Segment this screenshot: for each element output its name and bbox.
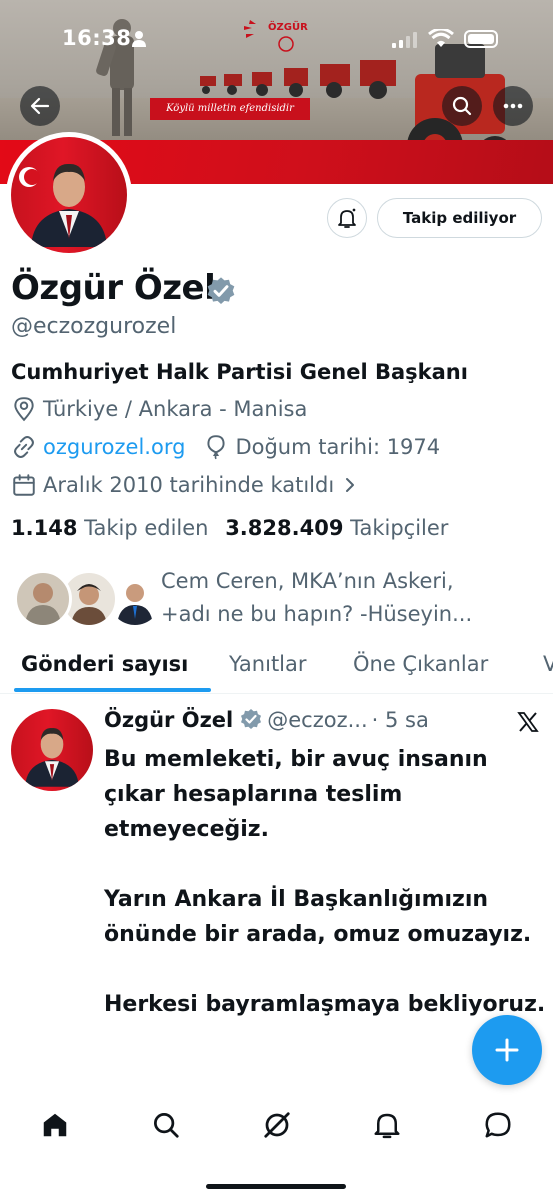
profile-location: Türkiye / Ankara - Manisa xyxy=(43,397,308,421)
home-indicator xyxy=(206,1184,346,1189)
followed-by-line2: +adı ne bu hapın? -Hüseyin... xyxy=(161,602,473,626)
grok-icon[interactable] xyxy=(262,1110,292,1140)
back-arrow-icon xyxy=(30,97,50,115)
more-icon xyxy=(503,103,523,109)
messages-icon[interactable] xyxy=(483,1110,513,1140)
verified-icon[interactable] xyxy=(205,276,237,308)
website-birthday-row: ozgurozel.org Doğum tarihi: 1974 xyxy=(11,434,440,460)
tab-posts[interactable]: Gönderi sayısı xyxy=(21,652,188,676)
follower-avatar xyxy=(14,570,72,628)
post-time: · 5 sa xyxy=(371,708,429,732)
explore-icon[interactable] xyxy=(151,1110,181,1140)
followed-by-text[interactable]: Cem Ceren, MKA’nın Askeri, +adı ne bu ha… xyxy=(161,565,521,631)
post-header: Özgür Özel @eczoz... · 5 sa xyxy=(104,708,429,732)
status-bar: 16:38 xyxy=(0,26,553,56)
followed-by-avatars[interactable] xyxy=(14,570,164,628)
profile-name: Özgür Özel xyxy=(11,268,216,308)
profile-handle: @eczozgurozel xyxy=(11,314,177,339)
banner-slogan: Köylü milletin efendisidir xyxy=(150,98,310,120)
chevron-right-icon xyxy=(346,478,355,492)
location-icon xyxy=(14,397,34,422)
back-button[interactable] xyxy=(20,86,60,126)
status-time: 16:38 xyxy=(62,26,132,50)
post-paragraph: Bu memleketi, bir avuç insanın çıkar hes… xyxy=(104,747,488,842)
compose-post-button[interactable] xyxy=(472,1015,542,1085)
link-icon xyxy=(14,436,34,458)
profile-photo xyxy=(19,163,107,247)
profile-website-link[interactable]: ozgurozel.org xyxy=(43,435,185,459)
location-row: Türkiye / Ankara - Manisa xyxy=(11,396,307,422)
post-paragraph: Herkesi bayramlaşmaya bekliyoruz. xyxy=(104,992,546,1017)
profile-avatar[interactable] xyxy=(6,132,132,258)
balloon-icon xyxy=(207,435,225,460)
post-author-avatar[interactable] xyxy=(11,709,93,791)
following-button[interactable]: Takip ediliyor xyxy=(377,198,542,238)
home-icon[interactable] xyxy=(40,1110,70,1140)
post-author-name[interactable]: Özgür Özel xyxy=(104,708,233,732)
verified-icon xyxy=(241,709,262,729)
wifi-icon xyxy=(428,29,454,47)
notifications-toggle-button[interactable] xyxy=(327,198,367,238)
banner-tractors xyxy=(200,60,396,99)
followers-count: 3.828.409 xyxy=(225,516,344,540)
followed-by-line1: Cem Ceren, MKA’nın Askeri, xyxy=(161,569,454,593)
following-label: Takip edilen xyxy=(84,516,209,540)
joined-row[interactable]: Aralık 2010 tarihinde katıldı xyxy=(11,472,356,498)
follow-stats: 1.148 Takip edilen 3.828.409 Takipçiler xyxy=(11,516,448,540)
person-icon xyxy=(132,31,146,47)
profile-bio: Cumhuriyet Halk Partisi Genel Başkanı xyxy=(11,360,468,384)
following-link[interactable]: 1.148 Takip edilen xyxy=(11,516,209,540)
tab-overflow[interactable]: V xyxy=(543,652,553,676)
post-text[interactable]: Bu memleketi, bir avuç insanın çıkar hes… xyxy=(104,742,549,1057)
active-tab-indicator xyxy=(14,688,211,692)
profile-birthday: Doğum tarihi: 1974 xyxy=(235,435,441,459)
bell-icon xyxy=(338,208,356,228)
calendar-icon xyxy=(13,474,35,496)
notifications-icon[interactable] xyxy=(372,1110,402,1140)
post-paragraph: Yarın Ankara İl Başkanlığımızın önünde b… xyxy=(104,887,532,947)
profile-joined: Aralık 2010 tarihinde katıldı xyxy=(43,473,335,497)
profile-tabs: Gönderi sayısı Yanıtlar Öne Çıkanlar V xyxy=(0,646,553,694)
battery-icon xyxy=(464,30,498,48)
tab-highlights[interactable]: Öne Çıkanlar xyxy=(353,652,488,676)
signal-icon xyxy=(392,32,417,48)
x-logo-icon xyxy=(517,712,539,732)
following-count: 1.148 xyxy=(11,516,78,540)
post-author-handle[interactable]: @eczoz... xyxy=(267,708,367,732)
post-author-photo xyxy=(25,728,79,787)
more-button[interactable] xyxy=(493,86,533,126)
plus-icon xyxy=(495,1038,519,1062)
followers-link[interactable]: 3.828.409 Takipçiler xyxy=(225,516,448,540)
followers-label: Takipçiler xyxy=(350,516,449,540)
search-icon xyxy=(452,96,472,116)
tab-replies[interactable]: Yanıtlar xyxy=(229,652,307,676)
search-button[interactable] xyxy=(442,86,482,126)
